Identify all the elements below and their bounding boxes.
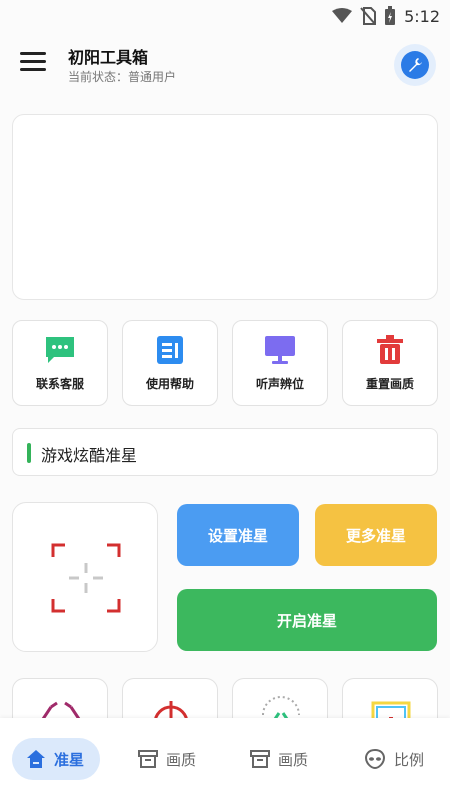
status-bar: 5:12: [0, 0, 450, 32]
sound-locate-button[interactable]: 听声辨位: [232, 320, 328, 406]
quick-actions: 联系客服 使用帮助 听声辨位 重置画质: [12, 320, 438, 406]
set-crosshair-button[interactable]: 设置准星: [177, 504, 299, 566]
document-icon: [157, 335, 183, 364]
chat-icon: [46, 336, 74, 363]
bottom-navigation: 准星 画质 画质 比例: [0, 718, 450, 800]
status-icons: 5:12: [332, 6, 440, 26]
section-accent-bar: [27, 443, 31, 463]
tools-button[interactable]: [394, 44, 436, 86]
nav-crosshair-tab[interactable]: 准星: [12, 738, 100, 780]
quick-action-label: 听声辨位: [255, 376, 304, 391]
menu-line: [20, 52, 46, 55]
wrench-icon: [401, 51, 429, 79]
status-time: 5:12: [404, 6, 440, 26]
quick-action-label: 重置画质: [365, 376, 414, 391]
nav-label: 比例: [394, 750, 425, 769]
section-header: 游戏炫酷准星: [12, 428, 438, 476]
app-title: 初阳工具箱: [68, 48, 149, 67]
monitor-icon: [265, 335, 295, 364]
reset-quality-button[interactable]: 重置画质: [342, 320, 438, 406]
app-header: 初阳工具箱 当前状态：普通用户: [0, 36, 450, 94]
nav-ratio-tab[interactable]: 比例: [364, 738, 424, 780]
open-crosshair-button[interactable]: 开启准星: [177, 589, 437, 651]
menu-line: [20, 68, 46, 71]
more-crosshair-button[interactable]: 更多准星: [315, 504, 437, 566]
nav-label: 画质: [166, 750, 197, 769]
battery-icon: [385, 6, 396, 25]
contact-support-button[interactable]: 联系客服: [12, 320, 108, 406]
no-sim-icon: [360, 7, 377, 25]
trash-icon: [377, 334, 403, 364]
user-status: 当前状态：普通用户: [68, 70, 177, 84]
alien-icon: [364, 748, 386, 770]
quick-action-label: 联系客服: [35, 376, 84, 391]
archive-icon: [250, 750, 270, 768]
nav-quality-tab[interactable]: 画质: [138, 738, 196, 780]
crosshair-preview-icon: [51, 543, 121, 613]
nav-quality-tab-2[interactable]: 画质: [250, 738, 308, 780]
archive-icon: [138, 750, 158, 768]
menu-button[interactable]: [20, 52, 46, 74]
wifi-icon: [332, 8, 353, 23]
nav-label: 画质: [278, 750, 309, 769]
banner-area: [12, 114, 438, 300]
help-button[interactable]: 使用帮助: [122, 320, 218, 406]
home-icon: [27, 750, 45, 768]
nav-label: 准星: [54, 750, 85, 769]
menu-line: [20, 60, 46, 63]
section-title: 游戏炫酷准星: [41, 446, 138, 465]
crosshair-preview: [12, 502, 158, 652]
quick-action-label: 使用帮助: [145, 376, 194, 391]
